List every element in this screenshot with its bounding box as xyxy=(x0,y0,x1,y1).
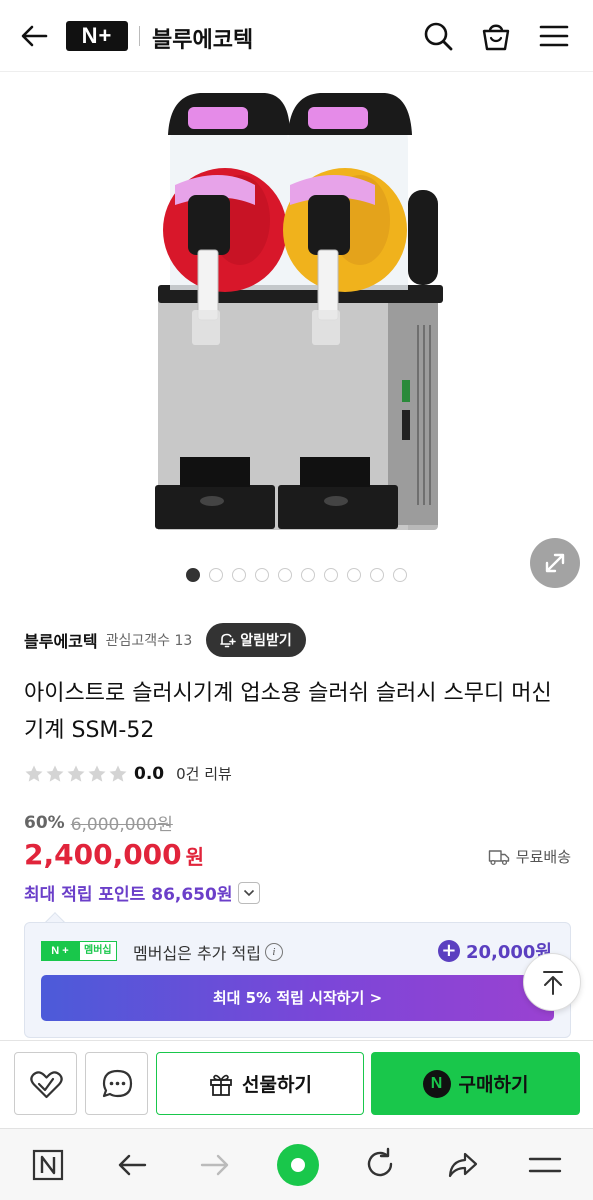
sale-price: 2,400,000 xyxy=(24,838,182,871)
gallery-dot[interactable] xyxy=(255,568,269,582)
shipping-info: 무료배송 xyxy=(488,846,571,867)
sale-price-row: 2,400,000 원 xyxy=(24,838,204,871)
scroll-top-button[interactable] xyxy=(523,953,581,1011)
gallery-dot[interactable] xyxy=(209,568,223,582)
chat-bubble-icon xyxy=(102,1069,133,1098)
expand-icon xyxy=(545,553,565,573)
discount-percent: 60% xyxy=(24,812,65,833)
purchase-action-bar: 선물하기 N 구매하기 xyxy=(0,1040,593,1126)
buy-label: 구매하기 xyxy=(458,1074,529,1096)
seller-row: 블루에코텍 관심고객수 13 알림받기 xyxy=(24,622,569,658)
np-badge: N + xyxy=(41,941,79,961)
max-points-text: 최대 적립 포인트 86,650원 xyxy=(24,885,233,905)
star-icon xyxy=(46,765,64,782)
gift-button[interactable]: 선물하기 xyxy=(156,1052,364,1115)
heart-icon xyxy=(30,1071,63,1099)
product-image-slush-machine[interactable] xyxy=(140,85,450,550)
forward-icon[interactable] xyxy=(195,1145,235,1185)
follower-count: 관심고객수 13 xyxy=(105,633,193,649)
back-arrow-icon[interactable] xyxy=(18,20,50,52)
naver-plus-membership-badge: N + 멤버십 xyxy=(41,941,117,961)
gift-icon xyxy=(210,1074,232,1096)
alarm-subscribe-button[interactable]: 알림받기 xyxy=(206,623,306,657)
alarm-label: 알림받기 xyxy=(240,633,292,649)
star-icon xyxy=(67,765,85,782)
gallery-dot[interactable] xyxy=(232,568,246,582)
currency-unit: 원 xyxy=(185,845,205,869)
back-icon[interactable] xyxy=(112,1145,152,1185)
original-price: 6,000,000원 xyxy=(70,815,173,835)
cart-icon[interactable] xyxy=(478,18,514,54)
bell-plus-icon xyxy=(220,633,237,648)
star-icon xyxy=(88,765,106,782)
naver-n-icon[interactable] xyxy=(28,1145,68,1185)
gift-label: 선물하기 xyxy=(242,1074,312,1096)
membership-box: N + 멤버십 멤버십은 추가 적립 i + 20,000원 최대 5% 적립 … xyxy=(24,922,571,1038)
chevron-down-icon[interactable] xyxy=(238,881,261,904)
gallery-dot[interactable] xyxy=(347,568,361,582)
header-divider xyxy=(139,26,140,46)
membership-start-button[interactable]: 최대 5% 적립 시작하기 > xyxy=(41,975,554,1021)
info-icon[interactable]: i xyxy=(264,943,283,961)
gallery-pagination xyxy=(186,568,407,582)
rating-row[interactable]: 0.0 0건 리뷰 xyxy=(24,763,232,784)
product-title: 아이스트로 슬러시기계 업소용 슬러쉬 슬러시 스무디 머신 기계 SSM-52 xyxy=(24,681,552,743)
expand-image-button[interactable] xyxy=(530,538,580,588)
top-header: N+ 블루에코텍 xyxy=(0,0,593,72)
membership-text: 멤버십은 추가 적립 xyxy=(133,944,261,963)
gallery-dot[interactable] xyxy=(278,568,292,582)
browser-menu-icon[interactable] xyxy=(525,1145,565,1185)
refresh-icon[interactable] xyxy=(360,1145,400,1185)
store-name-title[interactable]: 블루에코텍 xyxy=(152,22,253,54)
shipping-label: 무료배송 xyxy=(515,848,571,866)
wishlist-button[interactable] xyxy=(14,1052,77,1115)
gallery-dot[interactable] xyxy=(301,568,315,582)
discount-row: 60% 6,000,000원 xyxy=(24,810,173,836)
buy-button[interactable]: N 구매하기 xyxy=(371,1052,580,1115)
star-icon xyxy=(109,765,127,782)
membership-badge-label: 멤버십 xyxy=(79,941,117,961)
rating-value: 0.0 xyxy=(134,763,165,784)
home-green-icon[interactable] xyxy=(276,1143,320,1187)
gallery-dot[interactable] xyxy=(370,568,384,582)
star-icon xyxy=(25,765,43,782)
review-count[interactable]: 0건 리뷰 xyxy=(176,763,232,784)
search-icon[interactable] xyxy=(420,18,456,54)
truck-icon xyxy=(488,849,509,865)
membership-text-row: 멤버십은 추가 적립 i xyxy=(133,940,283,964)
naver-pay-n-icon: N xyxy=(422,1069,451,1098)
plus-circle-icon: + xyxy=(437,940,460,962)
rating-stars xyxy=(24,764,128,784)
talk-button[interactable] xyxy=(85,1052,148,1115)
gallery-dot[interactable] xyxy=(186,568,200,582)
max-points-row[interactable]: 최대 적립 포인트 86,650원 xyxy=(24,880,261,905)
browser-bottom-bar xyxy=(0,1128,593,1200)
menu-icon[interactable] xyxy=(536,18,572,54)
gallery-dot[interactable] xyxy=(324,568,338,582)
naver-plus-logo[interactable]: N+ xyxy=(66,21,128,51)
product-page: N+ 블루에코텍 블루에코텍 관심고객수 13 알림받기 아이스트로 슬러시기계… xyxy=(0,0,593,1200)
seller-name[interactable]: 블루에코텍 xyxy=(24,628,98,652)
gallery-dot[interactable] xyxy=(393,568,407,582)
share-icon[interactable] xyxy=(443,1145,483,1185)
arrow-up-icon xyxy=(543,971,563,995)
